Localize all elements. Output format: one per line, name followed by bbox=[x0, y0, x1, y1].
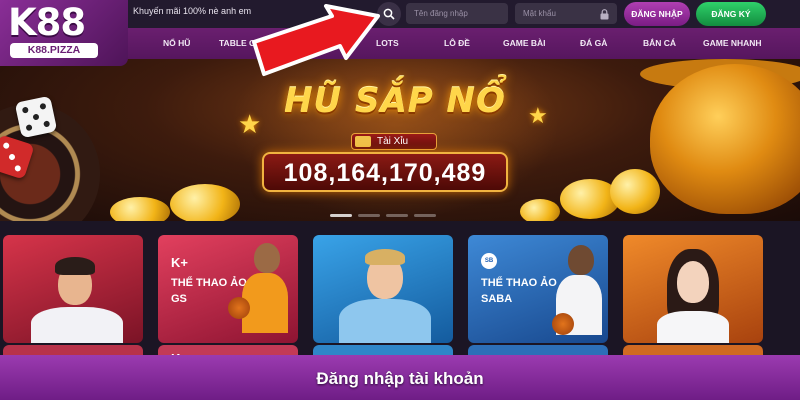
promo-card-football[interactable] bbox=[313, 235, 453, 343]
game-cards: K+ THỂ THAO ẢO GS SB THỂ THAO ẢO SABA bbox=[0, 221, 800, 375]
nav-item-ban-ca[interactable]: BẮN CÁ bbox=[643, 38, 676, 48]
caption-bar: Đăng nhập tài khoản bbox=[0, 355, 800, 400]
card-title: THỂ THAO ẢO bbox=[481, 277, 557, 289]
hero-banner[interactable]: ★ ★ HŨ SẮP NỔ Tài Xỉu 108,164,170,489 bbox=[0, 59, 800, 221]
red-arrow-annotation bbox=[252, 4, 380, 76]
virtual-sport-saba-card[interactable]: SB THỂ THAO ẢO SABA bbox=[468, 235, 608, 343]
username-input[interactable] bbox=[406, 3, 508, 24]
gold-pot-image bbox=[650, 64, 800, 214]
game-name: Tài Xỉu bbox=[377, 136, 409, 147]
nav-item-game-bai[interactable]: GAME BÀI bbox=[503, 38, 546, 48]
jackpot-amount-box: 108,164,170,489 bbox=[262, 152, 508, 192]
virtual-sport-gs-card[interactable]: K+ THỂ THAO ẢO GS bbox=[158, 235, 298, 343]
jackpot-title-wrap: HŨ SẮP NỔ bbox=[250, 81, 540, 131]
gold-coins-image bbox=[170, 184, 240, 221]
gold-coins-image bbox=[520, 199, 560, 221]
site-logo[interactable]: K88 K88.PIZZA bbox=[0, 0, 128, 66]
carousel-dot[interactable] bbox=[414, 214, 436, 217]
carousel-dot[interactable] bbox=[330, 214, 352, 217]
promo-card-sport[interactable] bbox=[3, 235, 143, 343]
logo-domain: K88.PIZZA bbox=[10, 43, 98, 58]
card-subtitle: GS bbox=[171, 293, 187, 305]
nav-item-lo-de[interactable]: LÔ ĐỀ bbox=[444, 38, 470, 48]
carousel-dot[interactable] bbox=[386, 214, 408, 217]
nav-item-game-nhanh[interactable]: GAME NHANH bbox=[703, 38, 762, 48]
caption-text: Đăng nhập tài khoản bbox=[316, 369, 484, 388]
lock-icon bbox=[600, 9, 609, 20]
carousel-dot[interactable] bbox=[358, 214, 380, 217]
card-title: THỂ THAO ẢO bbox=[171, 277, 247, 289]
jackpot-amount: 108,164,170,489 bbox=[283, 159, 487, 187]
slot-machine-icon bbox=[355, 136, 371, 147]
card-subtitle: SABA bbox=[481, 293, 513, 305]
register-button[interactable]: ĐĂNG KÝ bbox=[696, 2, 766, 26]
nav-item-no-hu[interactable]: NỔ HŨ bbox=[163, 38, 190, 48]
gold-coins-image bbox=[610, 169, 660, 214]
nav-item-da-ga[interactable]: ĐÁ GÀ bbox=[580, 38, 607, 48]
k-plus-logo: K+ bbox=[171, 255, 188, 270]
game-tag: Tài Xỉu bbox=[351, 133, 437, 150]
dice-icon bbox=[14, 95, 58, 139]
logo-brand: K88 bbox=[8, 1, 86, 44]
login-button[interactable]: ĐĂNG NHẬP bbox=[624, 2, 690, 26]
promo-text[interactable]: Khuyến mãi 100% nè anh em bbox=[133, 6, 251, 16]
jackpot-title: HŨ SẮP NỔ bbox=[284, 81, 506, 121]
promo-card-girl[interactable] bbox=[623, 235, 763, 343]
gold-coins-image bbox=[110, 197, 170, 221]
saba-logo-icon: SB bbox=[481, 253, 497, 269]
